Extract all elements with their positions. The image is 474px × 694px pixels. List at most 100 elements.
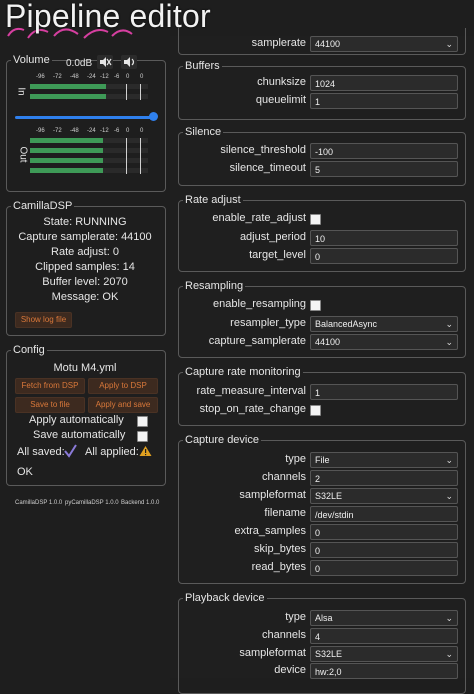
status-label: Buffer level:	[42, 276, 104, 288]
status-label: Clipped samples:	[35, 261, 123, 273]
speaker-muted-icon	[100, 57, 112, 67]
capture-device-legend: Capture device	[185, 434, 259, 446]
meter-marker	[126, 138, 127, 174]
meter-in-label: In	[15, 87, 27, 96]
queuelimit-label: queuelimit	[255, 94, 306, 106]
target-level-input[interactable]: 0	[310, 248, 458, 264]
status-value: 0	[112, 246, 119, 258]
mute-button[interactable]	[97, 55, 113, 69]
status-value: 44100	[121, 231, 152, 243]
silence-timeout-input[interactable]: 5	[310, 161, 458, 177]
target-level-label: target_level	[249, 249, 306, 261]
capture-filename-input[interactable]: /dev/stdin	[310, 506, 458, 522]
silence-threshold-input[interactable]: -100	[310, 143, 458, 159]
meter-tick-label: -72	[53, 74, 62, 80]
status-value: 2070	[103, 276, 128, 288]
apply-and-save-button[interactable]: Apply and save	[88, 397, 158, 413]
rate-adjust-legend: Rate adjust	[185, 194, 241, 206]
enable-resampling-checkbox[interactable]	[310, 300, 321, 311]
chevron-down-icon: ⌄	[445, 613, 453, 623]
capture-type-label: type	[285, 453, 306, 465]
queuelimit-input[interactable]: 1	[310, 93, 458, 109]
adjust-period-label: adjust_period	[239, 231, 306, 243]
rate-monitoring-legend: Capture rate monitoring	[185, 366, 301, 378]
skip-bytes-input[interactable]: 0	[310, 542, 458, 558]
camilladsp-legend: CamillaDSP	[13, 200, 73, 212]
status-ok: OK	[17, 466, 33, 478]
capture-samplerate-value: 44100	[315, 337, 341, 347]
meter-tick-label: -6	[114, 128, 120, 134]
capture-type-value: File	[315, 455, 330, 465]
status-row: Capture samplerate: 44100	[0, 231, 170, 243]
samplerate-value: 44100	[315, 39, 341, 49]
meter-tick-label: -6	[114, 74, 120, 80]
adjust-period-input[interactable]: 10	[310, 230, 458, 246]
playback-device-legend: Playback device	[185, 592, 265, 604]
status-label: State:	[43, 216, 76, 228]
status-value: OK	[102, 291, 119, 303]
status-row: Message: OK	[0, 291, 170, 303]
capture-channels-input[interactable]: 2	[310, 470, 458, 486]
save-to-file-button[interactable]: Save to file	[15, 397, 85, 413]
meter-tick-label: -48	[70, 74, 79, 80]
meter-out-ticks: -96 -72 -48 -24 -12 -6 0 0	[30, 128, 155, 136]
enable-rate-adjust-checkbox[interactable]	[310, 214, 321, 225]
all-applied-label: All applied:	[85, 446, 139, 458]
capture-type-select[interactable]: File ⌄	[310, 452, 458, 468]
meter-bar	[30, 168, 104, 173]
read-bytes-input[interactable]: 0	[310, 560, 458, 576]
meter-bar	[30, 158, 104, 163]
playback-type-select[interactable]: Alsa ⌄	[310, 610, 458, 626]
playback-channels-input[interactable]: 4	[310, 628, 458, 644]
enable-resampling-label: enable_resampling	[213, 298, 306, 310]
save-automatically-checkbox[interactable]	[137, 431, 148, 442]
config-legend: Config	[13, 344, 45, 356]
capture-samplerate-select[interactable]: 44100 ⌄	[310, 334, 458, 350]
volume-slider-thumb[interactable]	[149, 112, 158, 121]
status-label: Rate adjust:	[51, 246, 113, 258]
unmute-button[interactable]	[121, 55, 137, 69]
show-log-button[interactable]: Show log file	[15, 312, 72, 328]
chevron-down-icon: ⌄	[445, 39, 453, 49]
apply-to-dsp-button[interactable]: Apply to DSP	[88, 378, 158, 394]
status-label: Capture samplerate:	[18, 231, 122, 243]
resampler-type-select[interactable]: BalancedAsync ⌄	[310, 316, 458, 332]
capture-sampleformat-value: S32LE	[315, 491, 343, 501]
status-value: 14	[122, 261, 135, 273]
skip-bytes-label: skip_bytes	[254, 543, 306, 555]
buffers-legend: Buffers	[185, 60, 220, 72]
playback-device-label: device	[274, 664, 306, 676]
version-camilladsp: CamillaDSP 1.0.0	[15, 500, 63, 506]
playback-device-input[interactable]: hw:2,0	[310, 663, 458, 679]
playback-type-label: type	[285, 611, 306, 623]
enable-rate-adjust-label: enable_rate_adjust	[212, 212, 306, 224]
apply-automatically-label: Apply automatically	[29, 414, 124, 426]
status-row: Buffer level: 2070	[0, 276, 170, 288]
all-saved-label: All saved:	[17, 446, 65, 458]
meter-out	[30, 138, 155, 178]
meter-tick-label: 0	[126, 128, 130, 134]
stop-on-rate-change-checkbox[interactable]	[310, 405, 321, 416]
apply-automatically-checkbox[interactable]	[137, 416, 148, 427]
playback-sampleformat-select[interactable]: S32LE ⌄	[310, 646, 458, 662]
meter-bar	[30, 148, 104, 153]
playback-sampleformat-value: S32LE	[315, 649, 343, 659]
check-icon	[64, 444, 77, 458]
meter-tick-label: -48	[70, 128, 79, 134]
chevron-down-icon: ⌄	[445, 337, 453, 347]
rate-measure-interval-input[interactable]: 1	[310, 384, 458, 400]
fetch-from-dsp-button[interactable]: Fetch from DSP	[15, 378, 85, 394]
meter-tick-label: -24	[87, 128, 96, 134]
speaker-icon	[124, 57, 135, 67]
extra-samples-label: extra_samples	[234, 525, 306, 537]
chunksize-input[interactable]: 1024	[310, 75, 458, 91]
version-backend: Backend 1.0.0	[121, 500, 160, 506]
meter-marker	[126, 84, 127, 100]
chunksize-label: chunksize	[257, 76, 306, 88]
capture-sampleformat-select[interactable]: S32LE ⌄	[310, 488, 458, 504]
extra-samples-input[interactable]: 0	[310, 524, 458, 540]
volume-legend: Volume	[13, 54, 50, 66]
samplerate-select[interactable]: 44100 ⌄	[310, 36, 458, 52]
meter-out-label: Out	[17, 146, 29, 163]
silence-legend: Silence	[185, 126, 222, 138]
